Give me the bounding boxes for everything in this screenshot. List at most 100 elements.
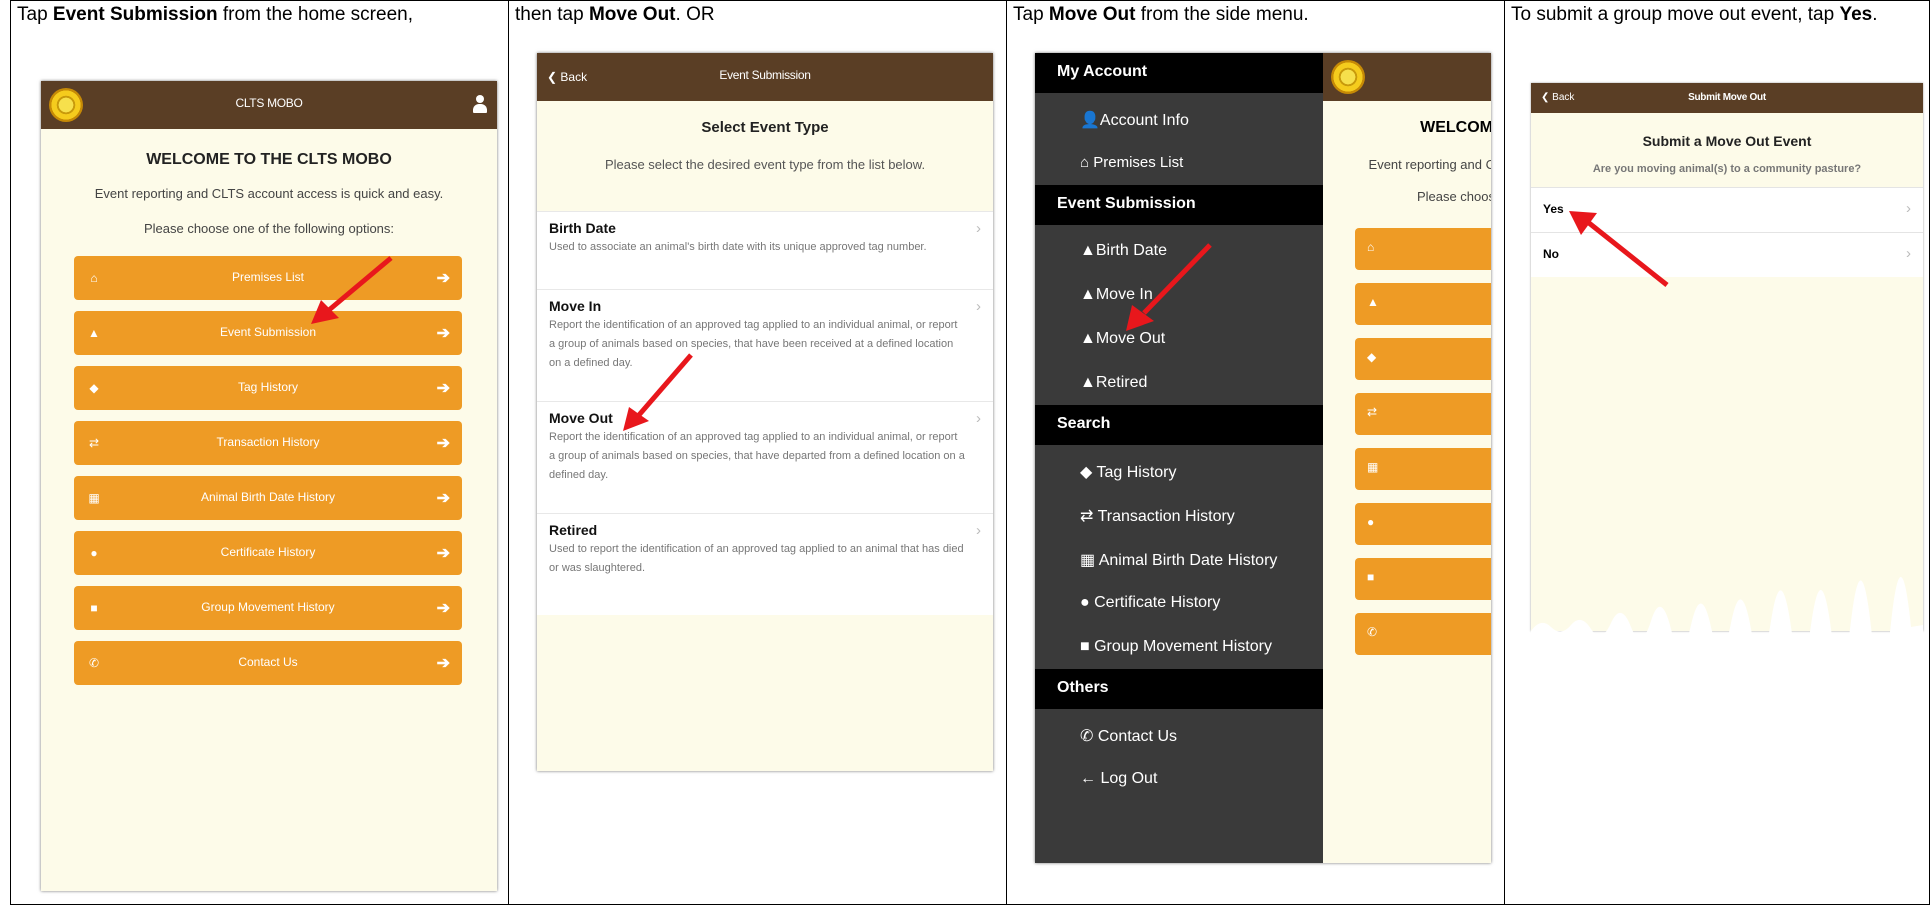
side-drawer: My Account 👤Account Info ⌂ Premises List… [1035,53,1323,863]
event-item-birth-date[interactable]: Birth Date Used to associate an animal's… [537,211,993,289]
arrow-up-icon: ▲ [1367,295,1379,309]
welcome-heading: WELCOME TO THE CLTS MOBO [146,151,392,168]
drawer-item-premises-list[interactable]: ⌂ Premises List [1080,154,1183,171]
tag-icon: ◆ [1367,350,1377,364]
arrow-up-icon: ▲ [1080,374,1096,391]
drawer-item-certificate-history[interactable]: ● Certificate History [1080,594,1220,612]
no-option[interactable]: No › [1531,232,1923,277]
calendar-icon: ▦ [1367,460,1379,474]
yes-option[interactable]: Yes › [1531,187,1923,232]
drawer-item-tag-history[interactable]: ◆ Tag History [1080,462,1177,482]
drawer-item-group-movement-history[interactable]: ■ Group Movement History [1080,638,1272,656]
welcome-heading-peek: WELCOM [1420,119,1491,136]
certificate-history-button[interactable]: ● [1355,503,1491,545]
certificate-icon: ● [1367,515,1375,529]
clts-logo-icon [1331,60,1365,94]
contact-us-button[interactable]: ✆ [1355,613,1491,655]
welcome-line-2-peek: Please choos [1416,189,1491,204]
transaction-history-button[interactable]: ⇄ [1355,393,1491,435]
welcome-line-2: Please choose one of the following optio… [143,221,395,236]
event-submission-button[interactable]: ▲ Event Submission ➔ [74,311,462,355]
step-2-caption: then tap Move Out. OR [515,4,715,25]
calendar-icon: ▦ [1080,552,1099,569]
event-item-move-out[interactable]: Move Out Report the identification of an… [537,401,993,513]
drawer-item-transaction-history[interactable]: ⇄ Transaction History [1080,506,1235,526]
contact-us-button[interactable]: ✆ Contact Us ➔ [74,641,462,685]
animal-birth-date-history-button[interactable]: ▦ [1355,448,1491,490]
truck-icon: ■ [1367,570,1375,584]
step-4-cell: To submit a group move out event, tap Ye… [1505,1,1931,904]
arrow-right-icon: ➔ [436,435,450,452]
drawer-item-birth-date[interactable]: ▲Birth Date [1080,242,1167,260]
app-header: ❮ Back Event Submission [537,53,993,101]
drawer-item-retired[interactable]: ▲Retired [1080,374,1147,392]
home-screen-peek: WELCOM Event reporting and C Please choo… [1323,53,1491,863]
arrow-right-icon: ➔ [436,545,450,562]
certificate-history-button[interactable]: ● Certificate History ➔ [74,531,462,575]
tag-icon: ◆ [1080,464,1097,481]
submit-move-out-heading: Submit a Move Out Event [1642,133,1812,149]
arrow-right-icon: ➔ [436,490,450,507]
home-icon: ⌂ [1367,240,1375,254]
premises-list-button[interactable]: ⌂ [1355,228,1491,270]
drawer-header-search: Search [1035,405,1323,445]
drawer-item-contact-us[interactable]: ✆ Contact Us [1080,726,1177,746]
chevron-right-icon: › [976,220,981,237]
screen-title: Submit Move Out [1688,92,1766,103]
event-item-move-in[interactable]: Move In Report the identification of an … [537,289,993,401]
chevron-right-icon: › [1906,245,1911,262]
group-movement-history-button[interactable]: ■ [1355,558,1491,600]
chevron-right-icon: › [976,298,981,315]
chevron-right-icon: › [976,522,981,539]
arrow-right-icon: ➔ [436,600,450,617]
arrow-right-icon: ➔ [436,270,450,287]
welcome-line-1-peek: Event reporting and C [1368,157,1491,172]
chevron-right-icon: › [976,410,981,427]
exchange-icon: ⇄ [1080,508,1098,525]
arrow-left-icon: ← [1080,770,1101,787]
screen-title: Event Submission [719,68,811,82]
drawer-item-log-out[interactable]: ← Log Out [1080,770,1157,788]
tag-history-button[interactable]: ◆ Tag History ➔ [74,366,462,410]
arrow-right-icon: ➔ [436,380,450,397]
drawer-item-account-info[interactable]: 👤Account Info [1080,110,1189,130]
premises-list-button[interactable]: ⌂ Premises List ➔ [74,256,462,300]
drawer-item-move-in[interactable]: ▲Move In [1080,286,1153,304]
animal-birth-date-history-button[interactable]: ▦ Animal Birth Date History ➔ [74,476,462,520]
drawer-item-move-out[interactable]: ▲Move Out [1080,330,1165,348]
arrow-up-icon: ▲ [1080,286,1096,303]
event-submission-screen: ❮ Back Event Submission Select Event Typ… [537,53,993,771]
user-icon[interactable] [473,95,487,113]
drawer-header-others: Others [1035,669,1323,709]
welcome-line-1: Event reporting and CLTS account access … [94,186,444,201]
arrow-up-icon: ▲ [1080,242,1096,259]
drawer-header-event-submission: Event Submission [1035,185,1323,225]
event-item-retired[interactable]: Retired Used to report the identificatio… [537,513,993,607]
select-event-heading: Select Event Type [701,119,829,136]
event-type-list: Birth Date Used to associate an animal's… [537,211,993,615]
tag-history-button[interactable]: ◆ [1355,338,1491,380]
submit-move-out-screen: ❮ Back Submit Move Out Submit a Move Out… [1531,83,1923,631]
instruction-table: Tap Event Submission from the home scree… [10,0,1930,905]
exchange-icon: ⇄ [1367,405,1378,419]
transaction-history-button[interactable]: ⇄ Transaction History ➔ [74,421,462,465]
event-submission-button[interactable]: ▲ [1355,283,1491,325]
arrow-right-icon: ➔ [436,655,450,672]
chevron-right-icon: › [1906,200,1911,217]
step-3-caption: Tap Move Out from the side menu. [1013,4,1309,25]
home-screen: CLTS MOBO WELCOME TO THE CLTS MOBO Event… [41,81,497,891]
app-header [1323,53,1491,101]
step-4-caption: To submit a group move out event, tap Ye… [1511,4,1878,25]
drawer-item-animal-birth-date-history[interactable]: ▦ Animal Birth Date History [1080,550,1277,570]
select-event-subtitle: Please select the desired event type fro… [604,157,926,172]
app-header: CLTS MOBO [41,81,497,129]
app-title: CLTS MOBO [235,96,303,110]
community-pasture-question: Are you moving animal(s) to a community … [1592,163,1862,175]
phone-icon: ✆ [1080,728,1098,745]
user-icon: 👤 [1080,112,1100,129]
home-icon: ⌂ [1080,154,1094,171]
drawer-header-my-account: My Account [1035,53,1323,93]
group-movement-history-button[interactable]: ■ Group Movement History ➔ [74,586,462,630]
step-1-caption: Tap Event Submission from the home scree… [17,4,413,25]
truck-icon: ■ [1080,638,1095,655]
